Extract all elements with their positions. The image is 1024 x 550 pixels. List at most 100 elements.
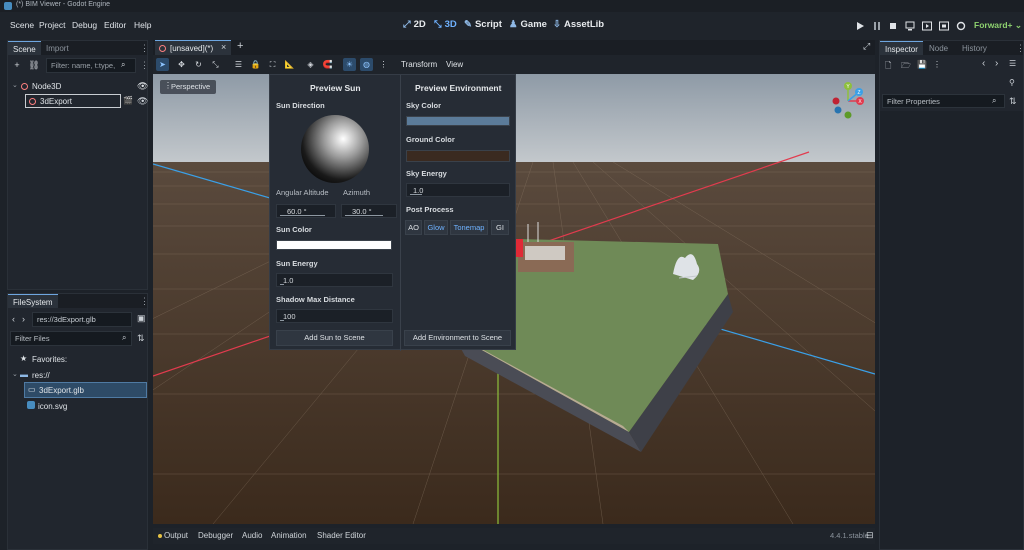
lock-icon[interactable]: 🔒	[249, 58, 262, 71]
ao-toggle-button[interactable]: AO	[405, 220, 422, 235]
menu-debug[interactable]: Debug	[72, 20, 97, 30]
inspector-options-icon[interactable]: ⇅	[1009, 96, 1017, 107]
tab-audio[interactable]: Audio	[242, 531, 262, 540]
azimuth-spinbox[interactable]: 30.0 °	[341, 204, 397, 218]
pause-button[interactable]	[869, 18, 885, 34]
distraction-free-icon[interactable]: ⤢	[863, 41, 870, 52]
tab-node[interactable]: Node	[924, 41, 953, 55]
menu-editor[interactable]: Editor	[104, 20, 126, 30]
close-tab-icon[interactable]: ×	[221, 42, 226, 52]
file-filter-input[interactable]: Filter Files	[10, 331, 132, 346]
gi-toggle-button[interactable]: GI	[491, 220, 509, 235]
file-row-3dexport[interactable]: ▭ 3dExport.glb	[24, 382, 147, 398]
sun-toggle-icon[interactable]: ☀	[343, 58, 356, 71]
path-field[interactable]: res://3dExport.glb	[32, 312, 132, 327]
visibility-eye-icon[interactable]: 👁	[137, 81, 148, 92]
workspace-script-button[interactable]: ✎ Script	[464, 19, 502, 30]
dock-menu-icon[interactable]: ⋮	[140, 296, 149, 307]
filter-properties-input[interactable]: Filter Properties	[882, 94, 1005, 108]
tab-shader-editor[interactable]: Shader Editor	[317, 531, 366, 540]
new-resource-icon[interactable]: 🗋	[885, 60, 891, 74]
menu-scene[interactable]: Scene	[10, 20, 34, 30]
orientation-gizmo[interactable]: Y X Z	[828, 80, 868, 122]
forward-arrow-icon[interactable]: ›	[22, 314, 25, 324]
scale-tool-icon[interactable]: ⤡	[209, 58, 222, 71]
sky-energy-spinbox[interactable]: 1.0	[406, 183, 510, 197]
add-sun-to-scene-button[interactable]: Add Sun to Scene	[276, 330, 393, 346]
menu-project[interactable]: Project	[39, 20, 65, 30]
history-forward-icon[interactable]: ›	[995, 58, 998, 69]
collapse-arrow-icon[interactable]: ⌄	[12, 81, 18, 89]
list-select-icon[interactable]: ☰	[232, 58, 245, 71]
split-view-icon[interactable]: ▣	[137, 313, 146, 324]
workspace-game-button[interactable]: ♟ Game	[509, 19, 547, 30]
dock-menu-icon[interactable]: ⋮	[1016, 43, 1024, 54]
tab-import[interactable]: Import	[41, 41, 74, 55]
tab-history[interactable]: History	[957, 41, 992, 55]
play-custom-scene-icon[interactable]	[936, 18, 952, 34]
angular-altitude-spinbox[interactable]: 60.0 °	[276, 204, 336, 218]
tree-item-node3d[interactable]: ⌄ Node3D 👁	[10, 79, 148, 93]
add-environment-to-scene-button[interactable]: Add Environment to Scene	[404, 330, 511, 346]
workspace-3d-button[interactable]: ⤡ 3D	[434, 19, 457, 30]
rotate-tool-icon[interactable]: ↻	[192, 58, 205, 71]
object-history-icon[interactable]: ☰	[1009, 59, 1016, 68]
tab-scene[interactable]: Scene	[8, 41, 41, 55]
renderer-selector[interactable]: Forward+ ⌄	[974, 20, 1022, 31]
collapse-arrow-icon[interactable]: ⌄	[12, 370, 18, 378]
local-space-icon[interactable]: ◈	[304, 58, 317, 71]
favorites-row[interactable]: ★ Favorites:	[10, 352, 146, 366]
select-tool-icon[interactable]: ➤	[156, 58, 169, 71]
tonemap-toggle-button[interactable]: Tonemap	[450, 220, 488, 235]
add-tab-icon[interactable]: +	[237, 40, 243, 52]
shadow-max-distance-spinbox[interactable]: 100	[276, 309, 393, 323]
stop-button[interactable]	[885, 18, 901, 34]
group-icon[interactable]: ⛶	[266, 58, 279, 71]
save-resource-icon[interactable]: 💾	[917, 60, 927, 69]
ruler-icon[interactable]: 📐	[283, 58, 296, 71]
glow-toggle-button[interactable]: Glow	[424, 220, 448, 235]
visibility-eye-icon[interactable]: 👁	[137, 96, 148, 107]
perspective-menu[interactable]: ⋮ Perspective	[160, 80, 216, 94]
snap-icon[interactable]: 🧲	[321, 58, 334, 71]
workspace-2d-button[interactable]: ⤢ 2D	[403, 19, 426, 30]
dock-menu-icon[interactable]: ⋮	[140, 43, 149, 54]
environment-toggle-icon[interactable]: ◍	[360, 58, 373, 71]
scene-options-icon[interactable]: ⋮	[140, 60, 149, 71]
ground-color-picker[interactable]	[406, 150, 510, 162]
play-scene-icon[interactable]	[919, 18, 935, 34]
editor-tab-unsaved[interactable]: [unsaved](*) ×	[155, 40, 231, 55]
sun-energy-spinbox[interactable]: 1.0	[276, 273, 393, 287]
transform-menu[interactable]: Transform	[401, 60, 437, 69]
tab-debugger[interactable]: Debugger	[198, 531, 233, 540]
preview-options-icon[interactable]: ⋮	[377, 58, 390, 71]
sun-color-picker[interactable]	[276, 240, 392, 250]
remote-debug-icon[interactable]	[902, 18, 918, 34]
open-scene-icon[interactable]: 🎬	[123, 96, 133, 105]
tab-animation[interactable]: Animation	[271, 531, 307, 540]
menu-help[interactable]: Help	[134, 20, 151, 30]
view-menu[interactable]: View	[446, 60, 463, 69]
tab-filesystem[interactable]: FileSystem	[8, 294, 58, 308]
file-row-icon[interactable]: icon.svg	[24, 399, 147, 413]
sky-color-picker[interactable]	[406, 116, 510, 126]
back-arrow-icon[interactable]: ‹	[12, 314, 15, 324]
res-root-row[interactable]: ⌄ ▬ res://	[10, 368, 146, 382]
play-project-button[interactable]	[852, 18, 868, 34]
history-back-icon[interactable]: ‹	[982, 58, 985, 69]
sort-icon[interactable]: ⇅	[137, 333, 145, 344]
property-icon[interactable]: ⚲	[1009, 78, 1015, 87]
add-node-icon[interactable]: +	[11, 59, 23, 71]
move-tool-icon[interactable]: ✥	[175, 58, 188, 71]
workspace-assetlib-button[interactable]: ⇩ AssetLib	[553, 19, 604, 30]
sun-direction-sphere[interactable]	[300, 114, 370, 184]
instance-scene-icon[interactable]: ⛓	[28, 59, 40, 71]
tree-item-3dexport[interactable]: 3dExport	[25, 94, 121, 108]
version-label[interactable]: 4.4.1.stable	[830, 531, 869, 540]
bottom-panel-toggle-icon[interactable]: ⊟	[866, 530, 874, 541]
movie-maker-icon[interactable]	[953, 18, 969, 34]
resource-menu-icon[interactable]: ⋮	[933, 60, 941, 69]
tab-inspector[interactable]: Inspector	[880, 41, 923, 55]
tab-output[interactable]: Output	[164, 531, 188, 540]
load-resource-icon[interactable]: 🗁	[901, 60, 911, 74]
